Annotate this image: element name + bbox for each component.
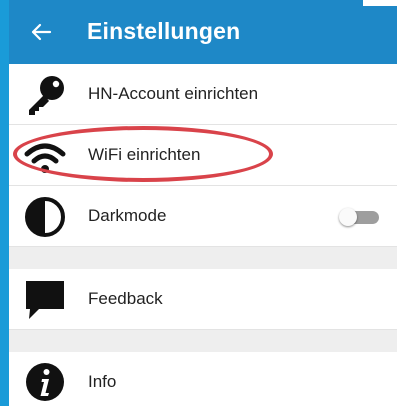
back-button[interactable] [27, 16, 55, 48]
key-icon [29, 76, 64, 115]
setting-label: Info [88, 372, 117, 391]
highlight-ellipse [13, 126, 273, 182]
toggle-thumb [339, 208, 357, 226]
section-divider [9, 330, 397, 352]
page-title: Einstellungen [87, 18, 241, 44]
darkmode-toggle[interactable] [339, 208, 381, 226]
setting-hn-account[interactable]: HN-Account einrichten [9, 64, 397, 125]
arrow-left-icon [31, 23, 52, 41]
corner-notch [363, 0, 397, 6]
setting-info[interactable]: Info [9, 352, 397, 406]
speech-bubble-icon [26, 281, 64, 319]
setting-label: HN-Account einrichten [88, 84, 259, 103]
section-divider [9, 247, 397, 269]
setting-darkmode[interactable]: Darkmode [9, 186, 397, 247]
setting-label: Feedback [88, 289, 163, 308]
settings-screen: Einstellungen HN-Account einrichten WiFi… [9, 0, 397, 406]
setting-label: Darkmode [88, 206, 167, 225]
info-icon [26, 363, 64, 401]
setting-feedback[interactable]: Feedback [9, 269, 397, 330]
contrast-icon [25, 197, 65, 237]
app-bar: Einstellungen [9, 0, 397, 64]
